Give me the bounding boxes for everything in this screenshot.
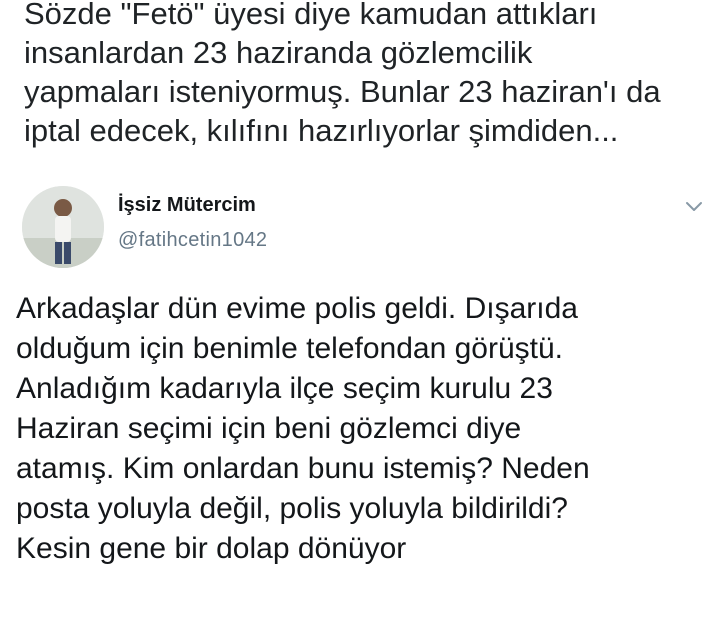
tweet-header: İşsiz Mütercim @fatihcetin1042 (18, 184, 708, 270)
profile-photo (22, 186, 104, 268)
author-name[interactable]: İşsiz Mütercim (118, 194, 256, 217)
quoted-text: Sözde "Fetö" üyesi diye kamudan attıklar… (24, 0, 661, 148)
avatar[interactable] (22, 186, 104, 268)
tweet-text: Arkadaşlar dün evime polis geldi. Dışarı… (16, 292, 590, 565)
chevron-down-icon[interactable] (682, 194, 706, 218)
author-handle[interactable]: @fatihcetin1042 (118, 229, 267, 252)
